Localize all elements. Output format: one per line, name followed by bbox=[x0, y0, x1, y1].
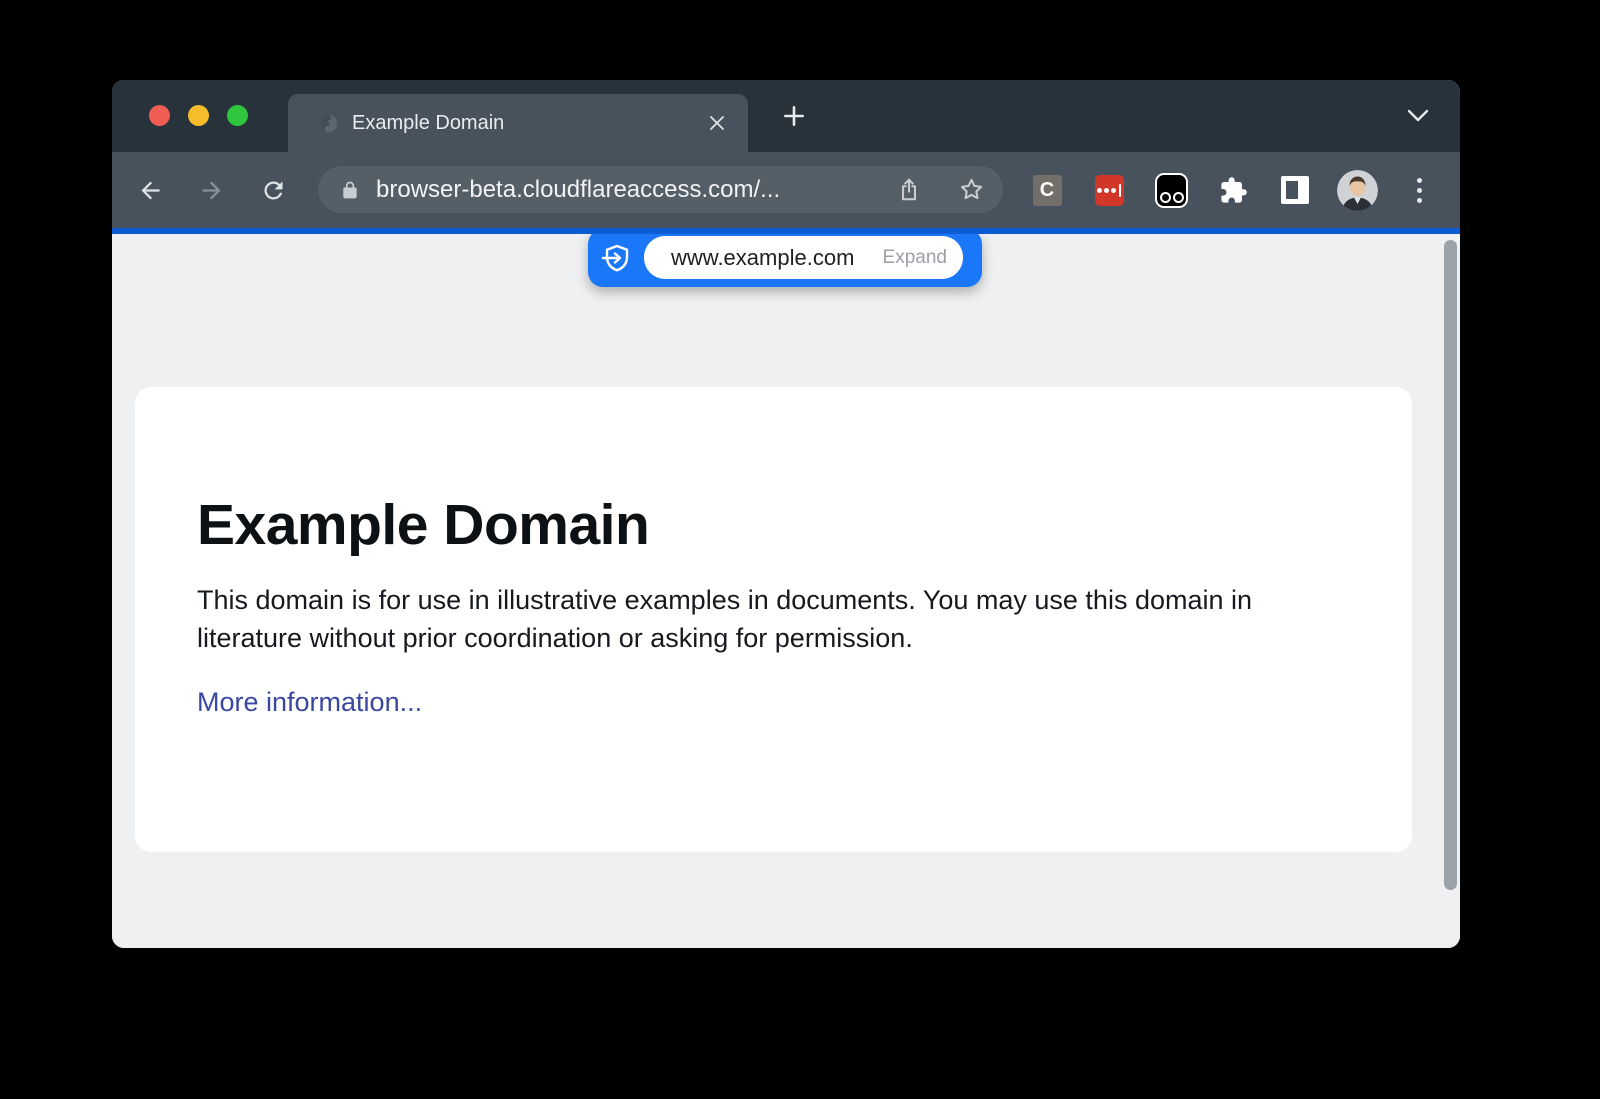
lock-icon[interactable] bbox=[340, 179, 360, 201]
avatar bbox=[1337, 170, 1378, 211]
new-tab-button[interactable] bbox=[776, 80, 812, 152]
extensions-puzzle-button[interactable] bbox=[1202, 152, 1264, 228]
reload-button[interactable] bbox=[259, 176, 287, 204]
puzzle-icon bbox=[1219, 176, 1248, 205]
bookmark-star-button[interactable] bbox=[957, 176, 985, 204]
url-text: browser-beta.cloudflareaccess.com/... bbox=[376, 176, 895, 204]
forward-arrow-icon bbox=[198, 177, 225, 204]
tab-strip: Example Domain bbox=[112, 80, 1460, 152]
window-controls bbox=[149, 105, 248, 126]
chevron-down-icon bbox=[1407, 109, 1429, 123]
toolbar: browser-beta.cloudflareaccess.com/... C bbox=[112, 152, 1460, 228]
three-dot-menu-icon bbox=[1417, 178, 1422, 203]
profile-avatar-button[interactable] bbox=[1326, 152, 1388, 228]
tab-search-button[interactable] bbox=[1404, 80, 1432, 152]
c-extension-icon: C bbox=[1033, 175, 1062, 206]
extension-c-button[interactable]: C bbox=[1016, 152, 1078, 228]
reload-icon bbox=[260, 177, 287, 204]
content-card: Example Domain This domain is for use in… bbox=[135, 387, 1412, 852]
browser-menu-button[interactable] bbox=[1388, 152, 1450, 228]
isolated-domain-text: www.example.com bbox=[671, 245, 883, 271]
extension-row: C bbox=[1016, 152, 1450, 228]
more-information-link[interactable]: More information... bbox=[197, 687, 422, 718]
zoom-window-button[interactable] bbox=[227, 105, 248, 126]
plus-icon bbox=[781, 103, 807, 129]
isolation-domain-chip: www.example.com Expand bbox=[644, 236, 963, 279]
back-arrow-icon bbox=[137, 177, 164, 204]
share-button[interactable] bbox=[895, 176, 923, 204]
page-paragraph: This domain is for use in illustrative e… bbox=[197, 581, 1347, 657]
binoculars-icon bbox=[1155, 173, 1188, 208]
tab-close-icon[interactable] bbox=[706, 112, 728, 134]
page-title: Example Domain bbox=[197, 495, 1342, 555]
star-icon bbox=[958, 176, 985, 203]
back-button[interactable] bbox=[136, 176, 164, 204]
cloudflare-shield-icon bbox=[601, 243, 631, 275]
scrollbar-thumb[interactable] bbox=[1444, 240, 1457, 890]
expand-button[interactable]: Expand bbox=[883, 247, 947, 269]
extension-binoculars-button[interactable] bbox=[1140, 152, 1202, 228]
browser-window: Example Domain bbox=[112, 80, 1460, 948]
lastpass-icon bbox=[1095, 175, 1124, 206]
side-panel-icon bbox=[1281, 176, 1309, 204]
isolation-pill[interactable]: www.example.com Expand bbox=[588, 234, 982, 287]
forward-button[interactable] bbox=[197, 176, 225, 204]
page-viewport: www.example.com Expand Example Domain Th… bbox=[112, 234, 1460, 948]
globe-icon bbox=[318, 113, 339, 134]
extension-lastpass-button[interactable] bbox=[1078, 152, 1140, 228]
close-window-button[interactable] bbox=[149, 105, 170, 126]
side-panel-button[interactable] bbox=[1264, 152, 1326, 228]
tab-title: Example Domain bbox=[352, 112, 706, 135]
tab-example-domain[interactable]: Example Domain bbox=[288, 94, 748, 152]
minimize-window-button[interactable] bbox=[188, 105, 209, 126]
address-bar[interactable]: browser-beta.cloudflareaccess.com/... bbox=[318, 166, 1003, 213]
share-icon bbox=[896, 176, 922, 203]
